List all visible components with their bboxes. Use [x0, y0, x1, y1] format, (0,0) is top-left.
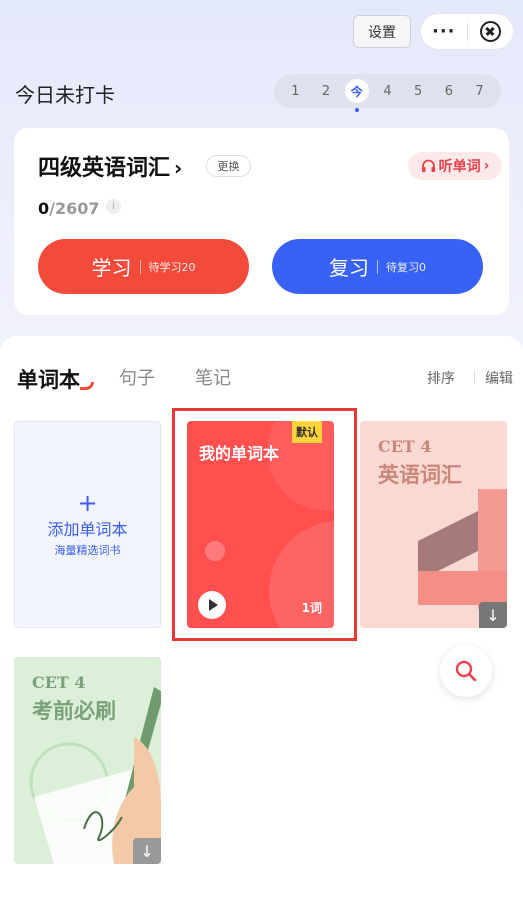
listen-words-button[interactable]: 听单词 ›: [408, 152, 502, 180]
progress-total: /2607: [49, 199, 100, 218]
listen-label: 听单词: [438, 159, 481, 175]
study-pending: 待学习20: [148, 260, 196, 274]
download-icon[interactable]: ↓: [479, 602, 507, 628]
review-pending: 待复习0: [386, 260, 426, 274]
book-title-text: 四级英语词汇: [38, 156, 171, 181]
settings-button[interactable]: 设置: [353, 15, 411, 48]
cover-art-4: [418, 489, 507, 609]
day-4[interactable]: 4: [375, 79, 399, 103]
cet4-vocab-book-tile[interactable]: CET 4 英语词汇 ↓: [360, 421, 507, 628]
search-button[interactable]: [440, 645, 492, 697]
word-count: 1词: [301, 601, 322, 615]
listen-chevron-icon: ›: [483, 158, 490, 174]
plus-icon: +: [77, 488, 98, 517]
change-book-button[interactable]: 更换: [206, 155, 251, 177]
play-icon: [209, 599, 218, 611]
book-name: 考前必刷: [32, 698, 116, 723]
play-button[interactable]: [198, 591, 226, 619]
chevron-right-icon: ›: [174, 156, 183, 180]
review-label: 复习: [329, 256, 369, 280]
progress-done: 0: [38, 199, 50, 218]
current-book-title[interactable]: 四级英语词汇 ›: [38, 150, 182, 182]
decor-circle: [205, 541, 225, 561]
tab-wordbook[interactable]: 单词本: [17, 364, 80, 394]
day-6[interactable]: 6: [437, 79, 461, 103]
current-book-card: 四级英语词汇 › 更换 听单词 › 0/2607 i 学习 待学习20 复习 待复…: [14, 128, 509, 315]
my-wordbook-title: 我的单词本: [199, 444, 280, 463]
info-icon[interactable]: i: [106, 199, 121, 214]
search-icon: [455, 660, 477, 682]
miniprogram-capsule: ···: [420, 13, 514, 50]
add-wordbook-title: 添加单词本: [47, 519, 128, 539]
study-button[interactable]: 学习 待学习20: [38, 239, 249, 294]
review-button[interactable]: 复习 待复习0: [272, 239, 483, 294]
day-1[interactable]: 1: [283, 79, 307, 103]
week-checkin-strip[interactable]: 1 2 今 4 5 6 7: [274, 74, 501, 112]
study-progress: 0/2607: [38, 199, 100, 218]
close-icon: [479, 21, 501, 42]
study-label: 学习: [91, 256, 132, 280]
more-button[interactable]: ···: [421, 21, 467, 42]
add-wordbook-tile[interactable]: + 添加单词本 海量精选词书: [14, 421, 161, 628]
edit-button[interactable]: 编辑: [485, 368, 513, 388]
checkin-status: 今日未打卡: [15, 83, 115, 107]
study-divider: [139, 259, 141, 274]
day-5[interactable]: 5: [406, 79, 430, 103]
review-divider: [377, 259, 378, 274]
headphones-icon: [421, 159, 435, 172]
default-badge: 默认: [292, 421, 322, 443]
close-button[interactable]: [467, 21, 513, 42]
day-2[interactable]: 2: [314, 79, 338, 103]
day-7[interactable]: 7: [468, 79, 492, 103]
download-icon[interactable]: ↓: [133, 838, 161, 864]
tool-divider: [474, 370, 475, 383]
sort-button[interactable]: 排序: [427, 368, 455, 388]
book-series: CET 4: [32, 673, 86, 692]
cet4-exam-book-tile[interactable]: CET 4 考前必刷 ↓: [14, 657, 161, 864]
tab-sentences[interactable]: 句子: [119, 364, 155, 390]
tab-notes[interactable]: 笔记: [195, 364, 231, 390]
my-wordbook-tile[interactable]: 我的单词本 默认 1词: [187, 421, 334, 628]
day-today[interactable]: 今: [344, 79, 369, 112]
add-wordbook-subtitle: 海量精选词书: [54, 543, 121, 557]
